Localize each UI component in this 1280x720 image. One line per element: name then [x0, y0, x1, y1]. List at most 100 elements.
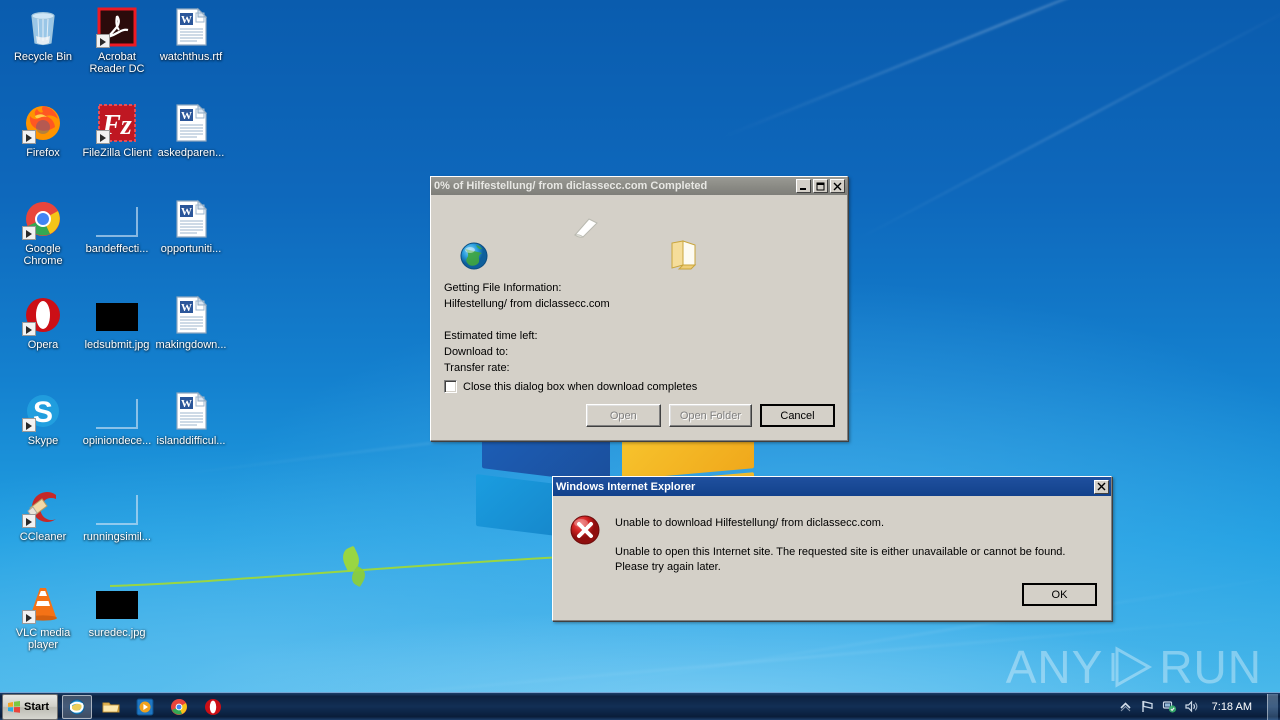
desktop-icon-firefox[interactable]: Firefox	[6, 102, 80, 159]
desktop-icon-label: runningsimil...	[83, 531, 151, 543]
svg-text:W: W	[181, 14, 192, 26]
show-desktop-button[interactable]	[1267, 693, 1278, 720]
system-tray: 7:18 AM	[1118, 693, 1280, 720]
download-dialog-buttons: Open Open Folder Cancel	[585, 404, 835, 427]
close-on-complete-checkbox-row[interactable]: Close this dialog box when download comp…	[444, 380, 697, 393]
desktop-icon-label: askedparen...	[157, 147, 225, 159]
ie-dialog-titlebar[interactable]: Windows Internet Explorer	[553, 477, 1111, 496]
ie-dialog-body: Unable to download Hilfestellung/ from d…	[553, 496, 1111, 575]
maximize-button[interactable]	[813, 179, 828, 193]
folder-explorer-icon	[102, 698, 120, 716]
desktop-icon-label: VLC media player	[15, 627, 71, 651]
skype-icon: S	[22, 390, 64, 432]
desktop-icon-black-thumb[interactable]: suredec.jpg	[80, 582, 154, 639]
ie-dialog-buttons: OK	[1022, 583, 1097, 606]
desktop-icon-label: Skype	[27, 435, 59, 447]
shortcut-arrow-icon	[22, 610, 36, 624]
close-on-complete-checkbox[interactable]	[444, 380, 457, 393]
desktop-icon-word-doc[interactable]: W makingdown...	[154, 294, 228, 351]
svg-text:W: W	[181, 206, 192, 218]
show-hidden-icons-button[interactable]	[1118, 699, 1133, 714]
desktop-icon-label: suredec.jpg	[88, 627, 146, 639]
desktop-icon-label: opportuniti...	[160, 243, 222, 255]
desktop-icon-label: makingdown...	[155, 339, 227, 351]
download-dialog-titlebar[interactable]: 0% of Hilfestellung/ from diclassecc.com…	[431, 177, 847, 195]
desktop-icon-word-doc[interactable]: W watchthus.rtf	[154, 6, 228, 63]
action-center-flag-icon[interactable]	[1140, 699, 1155, 714]
start-button[interactable]: Start	[2, 693, 58, 720]
recycle-bin-icon	[22, 6, 64, 48]
desktop-icon-skype[interactable]: S Skype	[6, 390, 80, 447]
open-button[interactable]: Open	[585, 404, 661, 427]
word-doc-icon: W	[170, 390, 212, 432]
desktop-icon-word-doc[interactable]: W islanddifficul...	[154, 390, 228, 447]
desktop-icon-ccleaner[interactable]: CCleaner	[6, 486, 80, 543]
shortcut-arrow-icon	[22, 130, 36, 144]
close-button[interactable]	[1094, 479, 1109, 494]
image-thumbnail-icon	[96, 294, 138, 336]
thumbnail-preview	[96, 207, 138, 237]
desktop-icon-word-doc[interactable]: W askedparen...	[154, 102, 228, 159]
watermark-left-text: ANY	[1005, 641, 1104, 693]
desktop-icon-blank-thumb[interactable]: runningsimil...	[80, 486, 154, 543]
close-button[interactable]	[830, 179, 845, 193]
ie-error-messages: Unable to download Hilfestellung/ from d…	[615, 512, 1097, 575]
taskbar-item-google-chrome[interactable]	[164, 695, 194, 719]
taskbar-item-opera[interactable]	[198, 695, 228, 719]
desktop-icon-filezilla[interactable]: Fz FileZilla Client	[80, 102, 154, 159]
image-thumbnail-icon	[96, 582, 138, 624]
folder-icon	[669, 239, 699, 271]
download-dialog-body: Getting File Information: Hilfestellung/…	[431, 195, 847, 441]
windows-start-orb-icon	[7, 700, 21, 714]
download-progress-dialog[interactable]: 0% of Hilfestellung/ from diclassecc.com…	[430, 176, 848, 441]
taskbar-item-windows-explorer[interactable]	[96, 695, 126, 719]
blank-thumbnail-icon	[96, 198, 138, 240]
desktop-icon-blank-thumb[interactable]: bandeffecti...	[80, 198, 154, 255]
open-folder-button[interactable]: Open Folder	[668, 404, 752, 427]
shortcut-arrow-icon	[22, 226, 36, 240]
status-label: Getting File Information:	[444, 282, 562, 294]
svg-text:W: W	[181, 302, 192, 314]
opera-icon	[22, 294, 64, 336]
download-to-label: Download to:	[444, 346, 509, 358]
desktop-icon-label: Acrobat Reader DC	[89, 51, 145, 75]
internet-explorer-error-dialog[interactable]: Windows Internet Explorer Unable to down…	[552, 476, 1112, 621]
network-icon[interactable]	[1162, 699, 1177, 714]
download-status-text: Getting File Information: Hilfestellung/…	[444, 280, 610, 376]
start-button-label: Start	[24, 700, 50, 713]
taskbar-item-media-player[interactable]	[130, 695, 160, 719]
desktop-icon-label: bandeffecti...	[85, 243, 149, 255]
desktop-icon-opera[interactable]: Opera	[6, 294, 80, 351]
desktop-icon-chrome[interactable]: Google Chrome	[6, 198, 80, 267]
anyrun-watermark: ANY RUN	[1006, 640, 1262, 694]
desktop-icon-blank-thumb[interactable]: opiniondece...	[80, 390, 154, 447]
desktop-icon-acrobat[interactable]: Acrobat Reader DC	[80, 6, 154, 75]
opera-icon	[204, 698, 222, 716]
wallpaper-light-sweep	[722, 0, 1280, 139]
blank-thumbnail-icon	[96, 486, 138, 528]
svg-text:W: W	[181, 398, 192, 410]
ok-button[interactable]: OK	[1022, 583, 1097, 606]
thumbnail-preview	[96, 303, 138, 331]
watermark-right-text: RUN	[1159, 641, 1262, 693]
cancel-button[interactable]: Cancel	[760, 404, 835, 427]
globe-icon	[458, 240, 490, 272]
media-player-icon	[136, 698, 154, 716]
download-dialog-window-controls	[796, 179, 845, 193]
minimize-button[interactable]	[796, 179, 811, 193]
desktop-icon-black-thumb[interactable]: ledsubmit.jpg	[80, 294, 154, 351]
clock[interactable]: 7:18 AM	[1206, 701, 1258, 713]
taskbar-item-internet-explorer[interactable]	[62, 694, 92, 719]
volume-icon[interactable]	[1184, 699, 1199, 714]
firefox-icon	[22, 102, 64, 144]
wallpaper-light-sweep	[849, 0, 1280, 244]
desktop-icon-recycle-bin[interactable]: Recycle Bin	[6, 6, 80, 63]
thumbnail-preview	[96, 495, 138, 525]
thumbnail-preview	[96, 591, 138, 619]
desktop-icon-word-doc[interactable]: W opportuniti...	[154, 198, 228, 255]
word-doc-icon: W	[170, 198, 212, 240]
word-doc-icon: W	[170, 6, 212, 48]
desktop-icon-vlc[interactable]: VLC media player	[6, 582, 80, 651]
blank-thumbnail-icon	[96, 390, 138, 432]
desktop-icon-label: ledsubmit.jpg	[84, 339, 150, 351]
